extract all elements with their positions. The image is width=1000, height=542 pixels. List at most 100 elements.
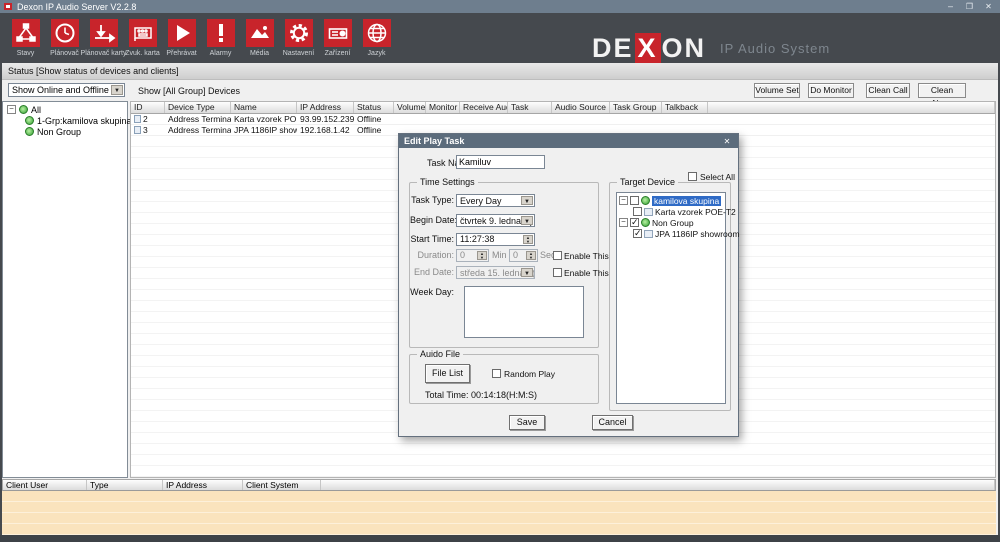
tree-item-group[interactable]: Non Group bbox=[3, 126, 127, 137]
spinner-arrows-icon[interactable] bbox=[523, 235, 533, 244]
end-date-label: End Date: bbox=[410, 266, 454, 279]
target-tree-label: Karta vzorek POE-T2 bbox=[655, 207, 736, 217]
toolbar-label: Alarmy bbox=[210, 50, 232, 57]
toolbar-label: Stavy bbox=[17, 50, 35, 57]
client-table-empty-row bbox=[2, 513, 996, 524]
column-header[interactable]: Audio Source bbox=[552, 102, 610, 113]
toolbar-button-alarmy[interactable]: Alarmy bbox=[201, 19, 240, 57]
tree-item-all[interactable]: All bbox=[3, 104, 127, 115]
duration-min-spinner[interactable]: 0 bbox=[456, 249, 489, 262]
column-header[interactable]: Name bbox=[231, 102, 297, 113]
start-time-spinner[interactable]: 11:27:38 bbox=[456, 233, 535, 246]
task-type-dropdown[interactable]: Every Day bbox=[456, 194, 535, 207]
target-tree-item[interactable]: Non Group bbox=[617, 217, 725, 228]
item-checkbox[interactable] bbox=[633, 229, 642, 238]
toolbar-button-stavy[interactable]: Stavy bbox=[6, 19, 45, 57]
group-tree-panel: All 1-Grp:kamilova skupina Non Group bbox=[2, 101, 128, 478]
end-date-dropdown[interactable]: středa 15. ledna 2( bbox=[456, 266, 535, 279]
chevron-down-icon[interactable] bbox=[111, 85, 123, 95]
duration-sec-spinner[interactable]: 0 bbox=[509, 249, 538, 262]
column-header[interactable]: Monitor bbox=[426, 102, 460, 113]
online-filter-dropdown[interactable]: Show Online and Offline bbox=[8, 83, 125, 97]
cell-device-type: Address Terminal bbox=[165, 114, 231, 124]
task-name-input[interactable] bbox=[456, 155, 545, 169]
client-table-empty-row bbox=[2, 524, 996, 535]
table-row[interactable]: 2 Address Terminal Karta vzorek POE-T2 9… bbox=[131, 114, 995, 125]
column-header[interactable]: Task bbox=[508, 102, 552, 113]
card-scheduler-icon bbox=[90, 19, 118, 47]
do-monitor-button[interactable]: Do Monitor bbox=[808, 83, 854, 98]
device-icon bbox=[644, 230, 653, 238]
group-icon bbox=[641, 218, 650, 227]
window-title: Dexon IP Audio Server V2.2.8 bbox=[17, 2, 136, 12]
duration-enable-checkbox[interactable] bbox=[553, 251, 562, 260]
duration-enable-label: Enable This bbox=[564, 251, 609, 261]
column-header[interactable]: Talkback bbox=[662, 102, 708, 113]
toolbar-button-zarizeni[interactable]: Zařízení bbox=[318, 19, 357, 57]
target-tree-item[interactable]: kamilova skupina bbox=[617, 195, 725, 206]
column-header[interactable]: Task Group bbox=[610, 102, 662, 113]
column-header[interactable]: Status bbox=[354, 102, 394, 113]
column-header[interactable]: Receive Audio bbox=[460, 102, 508, 113]
select-all-checkbox[interactable] bbox=[688, 172, 697, 181]
cell-name: JPA 1186IP showroom bbox=[231, 125, 297, 135]
target-device-legend: Target Device bbox=[617, 177, 678, 187]
file-list-button[interactable]: File List bbox=[425, 364, 470, 383]
collapse-icon[interactable] bbox=[619, 218, 628, 227]
close-icon[interactable] bbox=[981, 1, 996, 12]
column-header[interactable]: ID bbox=[131, 102, 165, 113]
column-header[interactable]: Type bbox=[87, 480, 163, 490]
target-tree-label: kamilova skupina bbox=[652, 196, 721, 206]
item-checkbox[interactable] bbox=[630, 218, 639, 227]
clean-alarm-button[interactable]: Clean Alarm bbox=[918, 83, 966, 98]
chevron-down-icon[interactable] bbox=[521, 216, 533, 225]
collapse-icon[interactable] bbox=[619, 196, 628, 205]
item-checkbox[interactable] bbox=[633, 207, 642, 216]
target-tree-item[interactable]: Karta vzorek POE-T2 bbox=[617, 206, 725, 217]
clean-call-button[interactable]: Clean Call bbox=[866, 83, 910, 98]
begin-date-dropdown[interactable]: čtvrtek 9. ledna 2( bbox=[456, 214, 535, 227]
volume-set-button[interactable]: Volume Set bbox=[754, 83, 800, 98]
target-device-tree: kamilova skupina Karta vzorek POE-T2 Non… bbox=[616, 192, 726, 404]
random-play-checkbox[interactable] bbox=[492, 369, 501, 378]
toolbar-button-media[interactable]: Média bbox=[240, 19, 279, 57]
tree-item-group[interactable]: 1-Grp:kamilova skupina bbox=[3, 115, 127, 126]
collapse-icon[interactable] bbox=[7, 105, 16, 114]
begin-date-label: Begin Date: bbox=[410, 214, 454, 227]
start-time-value: 11:27:38 bbox=[460, 234, 494, 244]
maximize-icon[interactable] bbox=[962, 1, 977, 12]
toolbar-label: Média bbox=[250, 50, 269, 57]
chevron-down-icon[interactable] bbox=[521, 196, 533, 205]
column-header[interactable]: Device Type bbox=[165, 102, 231, 113]
device-icon bbox=[644, 208, 653, 216]
toolbar-button-planovac[interactable]: Plánovač bbox=[45, 19, 84, 57]
edit-play-task-dialog: Edit Play Task Task Name: Select All Tim… bbox=[398, 133, 739, 437]
toolbar-button-prehravat[interactable]: Přehrávat bbox=[162, 19, 201, 57]
column-header[interactable]: Client System bbox=[243, 480, 321, 490]
column-header[interactable]: Volume bbox=[394, 102, 426, 113]
cell-id: 3 bbox=[131, 125, 165, 135]
toolbar-button-nastaveni[interactable]: Nastavení bbox=[279, 19, 318, 57]
client-table: Client User Type IP Address Client Syste… bbox=[2, 479, 996, 535]
dialog-close-icon[interactable] bbox=[721, 136, 733, 146]
toolbar-button-planovac-karty[interactable]: Plánovač karty bbox=[84, 19, 123, 57]
cancel-button[interactable]: Cancel bbox=[592, 415, 633, 430]
column-header[interactable]: IP Address bbox=[297, 102, 354, 113]
minimize-icon[interactable] bbox=[943, 1, 958, 12]
toolbar-label: Zařízení bbox=[325, 50, 351, 57]
end-date-enable-checkbox[interactable] bbox=[553, 268, 562, 277]
item-checkbox[interactable] bbox=[630, 196, 639, 205]
target-tree-item[interactable]: JPA 1186IP showroom bbox=[617, 228, 725, 239]
save-button[interactable]: Save bbox=[509, 415, 545, 430]
window-frame-bottom bbox=[0, 535, 1000, 542]
tree-item-label: Non Group bbox=[37, 127, 81, 137]
duration-min-value: 0 bbox=[460, 250, 465, 260]
app-window: Dexon IP Audio Server V2.2.8 Stavy Pláno… bbox=[0, 0, 1000, 542]
client-table-empty-row bbox=[2, 491, 996, 502]
week-day-listbox[interactable] bbox=[464, 286, 584, 338]
toolbar-button-zvuk-karta[interactable]: Zvuk. karta bbox=[123, 19, 162, 57]
media-icon bbox=[246, 19, 274, 47]
toolbar-button-jazyk[interactable]: Jazyk bbox=[357, 19, 396, 57]
column-header[interactable]: Client User bbox=[3, 480, 87, 490]
column-header[interactable]: IP Address bbox=[163, 480, 243, 490]
